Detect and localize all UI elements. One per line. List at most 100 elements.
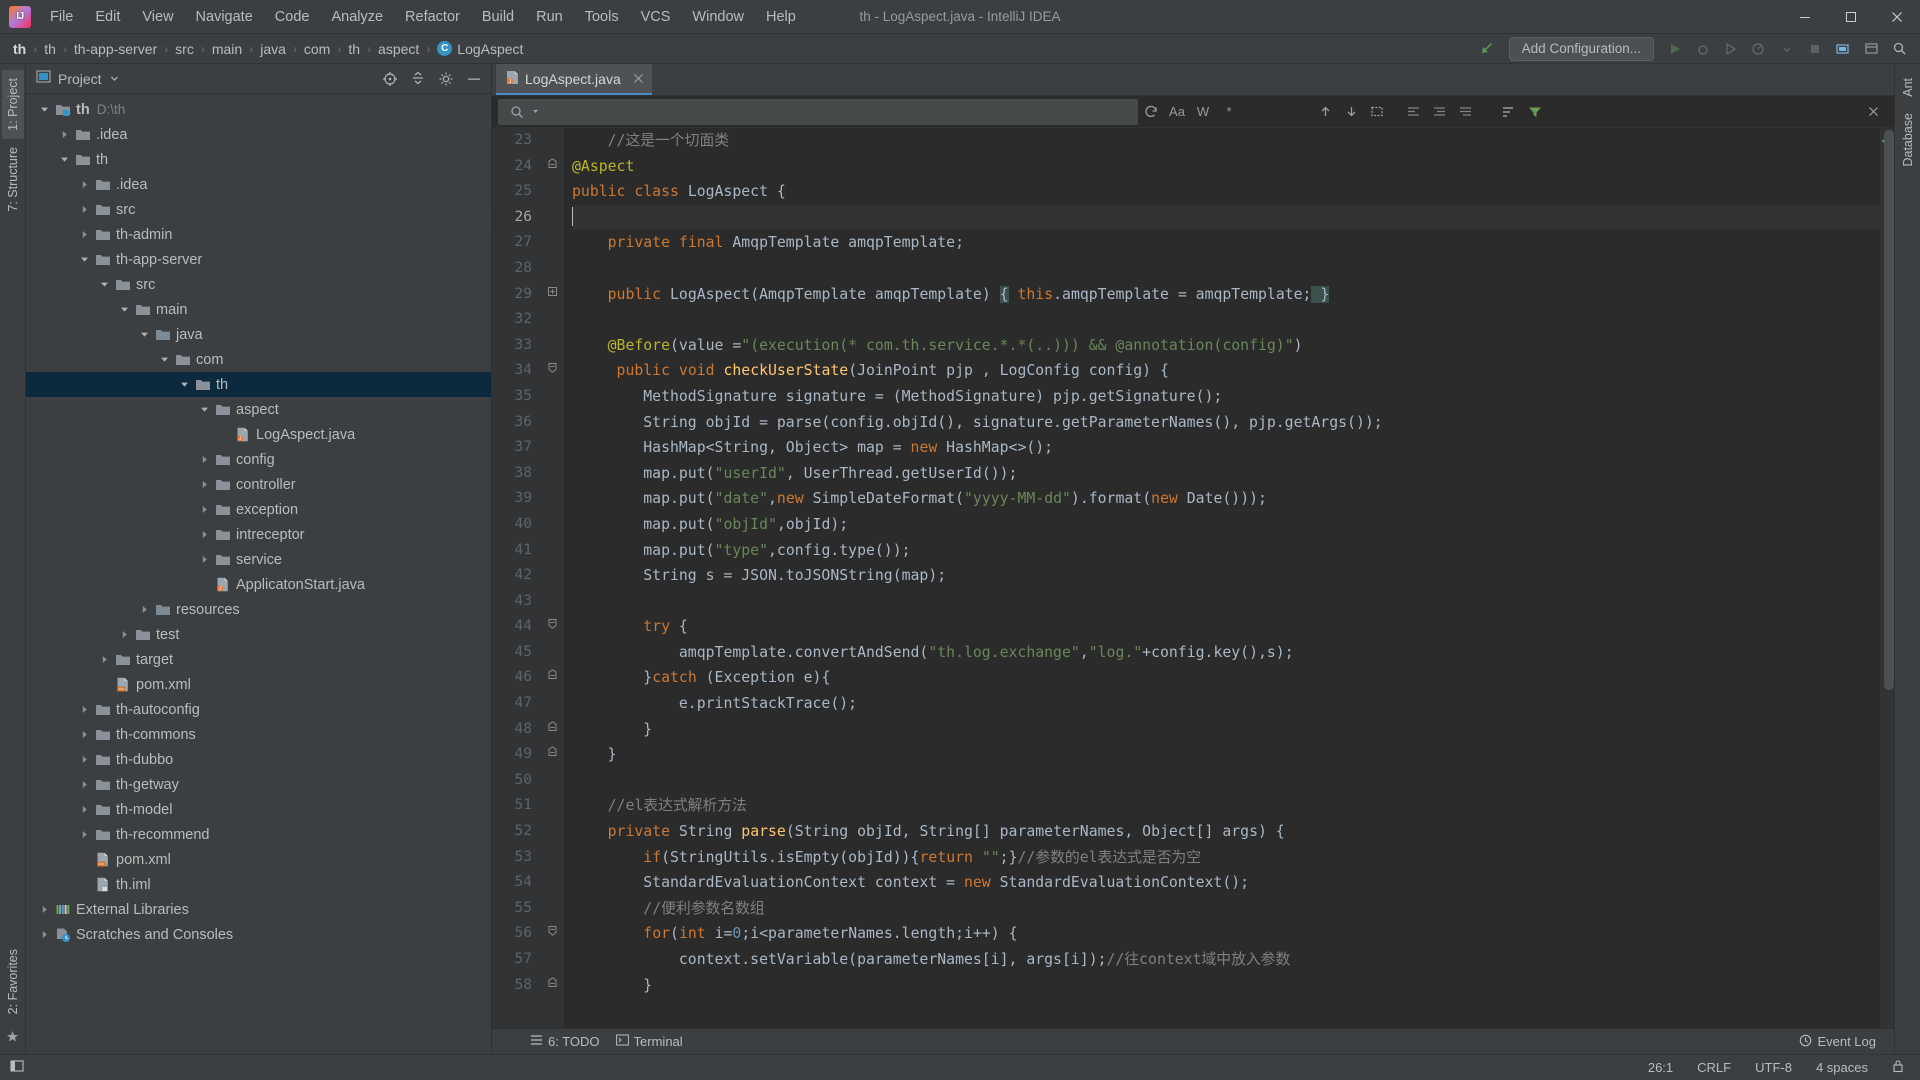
chevron-down-icon[interactable] [136, 330, 153, 339]
regex-icon[interactable]: * [1216, 99, 1242, 125]
code-line[interactable]: if(StringUtils.isEmpty(objId)){return ""… [572, 845, 1880, 871]
settings-icon[interactable] [1858, 37, 1884, 61]
profiler-icon[interactable] [1746, 37, 1772, 61]
chevron-down-icon[interactable] [96, 280, 113, 289]
menu-item-vcs[interactable]: VCS [630, 4, 682, 30]
editor-scrollbar-thumb[interactable] [1884, 130, 1894, 690]
close-icon[interactable] [1874, 0, 1920, 34]
tree-node-th-getway[interactable]: th-getway [26, 772, 491, 797]
code-line[interactable]: e.printStackTrace(); [572, 691, 1880, 717]
chevron-right-icon[interactable] [136, 605, 153, 614]
tree-node-th.iml[interactable]: th.iml [26, 872, 491, 897]
tree-node-intreceptor[interactable]: intreceptor [26, 522, 491, 547]
menu-item-edit[interactable]: Edit [84, 4, 131, 30]
chevron-right-icon[interactable] [76, 830, 93, 839]
indent-size[interactable]: 4 spaces [1812, 1058, 1872, 1077]
tool-window-todo[interactable]: 6: TODO [522, 1032, 608, 1051]
tool-window-event-log[interactable]: Event Log [1791, 1032, 1884, 1052]
search-everywhere-icon[interactable] [1886, 37, 1912, 61]
tree-node-resources[interactable]: resources [26, 597, 491, 622]
menu-item-help[interactable]: Help [755, 4, 807, 30]
code-line[interactable]: map.put("userId", UserThread.getUserId()… [572, 461, 1880, 487]
close-icon[interactable] [1860, 99, 1886, 125]
chevron-right-icon[interactable] [196, 505, 213, 514]
chevron-right-icon[interactable] [116, 630, 133, 639]
find-input-wrapper[interactable] [498, 98, 1138, 125]
tree-node-th-app-server[interactable]: th-app-server [26, 247, 491, 272]
code-line[interactable] [572, 204, 1880, 231]
code-folding-gutter[interactable] [540, 128, 564, 1028]
lock-icon[interactable] [1888, 1057, 1908, 1078]
chevron-right-icon[interactable] [196, 530, 213, 539]
fold-toggle-icon[interactable] [540, 921, 564, 947]
code-line[interactable]: map.put("objId",objId); [572, 512, 1880, 538]
tree-node-controller[interactable]: controller [26, 472, 491, 497]
show-tool-windows-icon[interactable] [6, 1057, 28, 1078]
minimize-icon[interactable] [1782, 0, 1828, 34]
chevron-down-icon[interactable] [110, 70, 119, 88]
tree-node-.idea[interactable]: .idea [26, 172, 491, 197]
breadcrumb-item-aspect[interactable]: aspect [374, 40, 423, 58]
menu-item-refactor[interactable]: Refactor [394, 4, 471, 30]
sidebar-item-structure[interactable]: 7: Structure [2, 139, 24, 220]
code-line[interactable]: //便利参数名数组 [572, 896, 1880, 922]
code-line[interactable]: amqpTemplate.convertAndSend("th.log.exch… [572, 640, 1880, 666]
breadcrumb-item-com[interactable]: com [300, 40, 334, 58]
tree-node-th-recommend[interactable]: th-recommend [26, 822, 491, 847]
caret-position[interactable]: 26:1 [1644, 1058, 1677, 1077]
chevron-right-icon[interactable] [76, 205, 93, 214]
chevron-right-icon[interactable] [96, 655, 113, 664]
chevron-right-icon[interactable] [76, 730, 93, 739]
fold-toggle-icon[interactable] [540, 154, 564, 180]
menu-item-analyze[interactable]: Analyze [320, 4, 394, 30]
code-line[interactable]: }catch (Exception e){ [572, 665, 1880, 691]
code-line[interactable]: for(int i=0;i<parameterNames.length;i++)… [572, 921, 1880, 947]
code-line[interactable]: StandardEvaluationContext context = new … [572, 870, 1880, 896]
code-line[interactable]: context.setVariable(parameterNames[i], a… [572, 947, 1880, 973]
chevron-right-icon[interactable] [76, 230, 93, 239]
arrow-down-icon[interactable] [1338, 99, 1364, 125]
code-editor[interactable]: 23 24 25 26 27 28 29 32 33 34 35 36 37 38 39 40 41 42 43 44… [492, 128, 1894, 1028]
collapse-icon[interactable] [1426, 99, 1452, 125]
chevron-right-icon[interactable] [76, 780, 93, 789]
run-icon[interactable] [1662, 37, 1688, 61]
sidebar-item-ant[interactable]: Ant [1897, 70, 1919, 105]
code-line[interactable] [572, 768, 1880, 794]
project-tree[interactable]: th D:\th .idea th .idea src th-admin th-app-ser… [26, 94, 491, 1054]
tree-node-java[interactable]: java [26, 322, 491, 347]
breadcrumb-item-main[interactable]: main [208, 40, 246, 58]
breadcrumb-item-logaspect[interactable]: C LogAspect [433, 40, 527, 58]
code-line[interactable]: } [572, 742, 1880, 768]
sidebar-item-project[interactable]: 1: Project [1, 70, 24, 139]
breadcrumb-item-th[interactable]: th [40, 40, 60, 58]
tree-node-config[interactable]: config [26, 447, 491, 472]
scroll-from-source-icon[interactable] [379, 68, 401, 90]
code-content[interactable]: //这是一个切面类 @Aspect public class LogAspect {… [564, 128, 1880, 1028]
fold-toggle-icon[interactable] [540, 358, 564, 384]
fold-toggle-icon[interactable] [540, 282, 564, 308]
collapse-all-icon[interactable] [407, 68, 429, 90]
tree-node-src[interactable]: src [26, 197, 491, 222]
tree-node-service[interactable]: service [26, 547, 491, 572]
breadcrumb-item-th[interactable]: th [344, 40, 364, 58]
menu-item-code[interactable]: Code [264, 4, 321, 30]
code-line[interactable]: HashMap<String, Object> map = new HashMa… [572, 435, 1880, 461]
group-icon[interactable] [1452, 99, 1478, 125]
select-all-icon[interactable] [1364, 99, 1390, 125]
chevron-right-icon[interactable] [76, 705, 93, 714]
breadcrumb-item-java[interactable]: java [256, 40, 290, 58]
chevron-down-icon[interactable] [76, 255, 93, 264]
tree-node-th[interactable]: th [26, 147, 491, 172]
tree-node-target[interactable]: target [26, 647, 491, 672]
chevron-down-icon[interactable] [530, 99, 540, 125]
fold-toggle-icon[interactable] [540, 717, 564, 743]
breadcrumb-item-th[interactable]: th [9, 40, 30, 58]
menu-item-tools[interactable]: Tools [574, 4, 630, 30]
chevron-right-icon[interactable] [196, 455, 213, 464]
expand-icon[interactable] [1400, 99, 1426, 125]
tree-node-th[interactable]: th D:\th [26, 97, 491, 122]
chevron-down-icon[interactable] [196, 405, 213, 414]
breadcrumb-item-th-app-server[interactable]: th-app-server [70, 40, 161, 58]
tree-node-applicatonstart.java[interactable]: J ApplicatonStart.java [26, 572, 491, 597]
match-case-icon[interactable]: Aa [1164, 99, 1190, 125]
